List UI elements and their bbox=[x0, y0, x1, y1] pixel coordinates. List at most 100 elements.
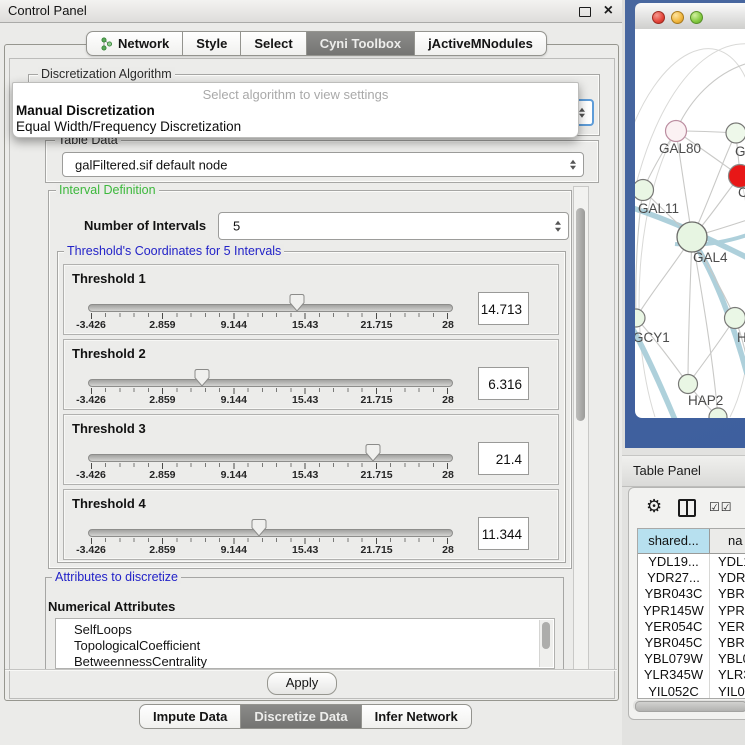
cell[interactable]: YIL0 bbox=[710, 684, 745, 700]
node-bottom[interactable] bbox=[709, 408, 727, 418]
threshold-value-field[interactable]: 11.344 bbox=[478, 517, 529, 550]
tab-cyni-toolbox[interactable]: Cyni Toolbox bbox=[307, 31, 415, 56]
tab-label: Impute Data bbox=[153, 709, 227, 724]
scrollbar-thumb[interactable] bbox=[542, 622, 550, 649]
slider-handle[interactable] bbox=[194, 369, 209, 387]
tab-select[interactable]: Select bbox=[241, 31, 306, 56]
cell[interactable]: YBR0 bbox=[710, 635, 745, 651]
column-header-shared[interactable]: shared... bbox=[638, 529, 710, 553]
cell[interactable]: YIL052C bbox=[638, 684, 710, 700]
table-row[interactable]: YDL19... YDL1 bbox=[638, 554, 745, 570]
group-title: Attributes to discretize bbox=[52, 570, 181, 584]
table-row[interactable]: YDR27... YDR2 bbox=[638, 570, 745, 586]
close-icon[interactable]: × bbox=[604, 1, 613, 21]
table-row[interactable]: YIL052C YIL0 bbox=[638, 684, 745, 700]
table-row[interactable]: YBR043C YBR0 bbox=[638, 586, 745, 602]
cell[interactable]: YBR0 bbox=[710, 586, 745, 602]
node-g[interactable] bbox=[726, 123, 745, 143]
checkboxes-icon[interactable]: ☑☑ bbox=[709, 500, 733, 514]
apply-button[interactable]: Apply bbox=[267, 672, 337, 695]
list-item[interactable]: SelfLoops bbox=[56, 622, 554, 638]
network-canvas[interactable]: GAL80 G C GAL11 GAL4 GCY1 H HAP2 bbox=[635, 29, 745, 418]
cell[interactable]: YER0 bbox=[710, 619, 745, 635]
cell[interactable]: YBR043C bbox=[638, 586, 710, 602]
table-row[interactable]: YPR145W YPR1 bbox=[638, 603, 745, 619]
control-panel-window: Control Panel × Network bbox=[0, 0, 622, 745]
node-hap2[interactable] bbox=[679, 375, 698, 394]
cell[interactable]: YPR1 bbox=[710, 603, 745, 619]
table-data-group: Table Data galFiltered.sif default node bbox=[45, 140, 599, 183]
cell[interactable]: YPR145W bbox=[638, 603, 710, 619]
threshold-2-slider[interactable]: -3.426 2.859 9.144 15.43 21.715 28 bbox=[91, 340, 448, 409]
node-h[interactable] bbox=[725, 308, 745, 329]
dropdown-item-equal-width[interactable]: Equal Width/Frequency Discretization bbox=[16, 119, 241, 134]
tab-network[interactable]: Network bbox=[86, 31, 183, 56]
cell[interactable]: YDL19... bbox=[638, 554, 710, 570]
split-columns-icon[interactable] bbox=[678, 499, 696, 517]
tick-label: 28 bbox=[442, 469, 454, 481]
tab-style[interactable]: Style bbox=[183, 31, 241, 56]
scrollbar-thumb[interactable] bbox=[576, 208, 585, 421]
gear-icon[interactable]: ⚙ bbox=[646, 497, 662, 515]
group-title: Threshold's Coordinates for 5 Intervals bbox=[64, 244, 284, 258]
zoom-traffic-light-icon[interactable] bbox=[690, 11, 703, 24]
float-window-icon[interactable] bbox=[579, 7, 591, 17]
slider-track[interactable] bbox=[88, 304, 453, 312]
list-item[interactable]: TopologicalCoefficient bbox=[56, 638, 554, 654]
cell[interactable]: YDL1 bbox=[710, 554, 745, 570]
table-horizontal-scrollbar[interactable] bbox=[633, 700, 745, 711]
cell[interactable]: YDR2 bbox=[710, 570, 745, 586]
cell[interactable]: YBL079W bbox=[638, 651, 710, 667]
cell[interactable]: YBR045C bbox=[638, 635, 710, 651]
dropdown-placeholder-item[interactable]: Select algorithm to view settings bbox=[13, 87, 578, 102]
cell[interactable]: YLR345W bbox=[638, 667, 710, 683]
slider-track[interactable] bbox=[88, 454, 453, 462]
slider-handle[interactable] bbox=[290, 294, 305, 312]
node-gal80[interactable] bbox=[666, 121, 687, 142]
tab-impute-data[interactable]: Impute Data bbox=[139, 704, 241, 729]
threshold-value-field[interactable]: 6.316 bbox=[478, 367, 529, 400]
network-graph[interactable]: GAL80 G C GAL11 GAL4 GCY1 H HAP2 bbox=[635, 29, 745, 418]
list-item[interactable]: BetweennessCentrality bbox=[56, 654, 554, 669]
threshold-value-field[interactable]: 21.4 bbox=[478, 442, 529, 475]
table-row[interactable]: YER054C YER0 bbox=[638, 619, 745, 635]
node-gcy1[interactable] bbox=[635, 309, 645, 327]
table-row[interactable]: YBR045C YBR0 bbox=[638, 635, 745, 651]
cell[interactable]: YER054C bbox=[638, 619, 710, 635]
spinner-arrows-icon bbox=[570, 159, 576, 170]
num-intervals-combobox[interactable]: 5 bbox=[218, 212, 569, 240]
table-panel: ⚙ ☑☑ shared... na YDL19... YDL1 YDR27...… bbox=[628, 487, 745, 720]
table-panel-header: Table Panel bbox=[622, 455, 745, 487]
tick-label: 2.859 bbox=[149, 319, 175, 331]
list-scrollbar[interactable] bbox=[539, 620, 553, 667]
threshold-3-box: Threshold 3 -3.426 2.859 9.144 15.43 21.… bbox=[63, 414, 559, 485]
network-window-titlebar[interactable] bbox=[635, 3, 745, 30]
threshold-3-slider[interactable]: -3.426 2.859 9.144 15.43 21.715 28 bbox=[91, 415, 448, 484]
node-gal4[interactable] bbox=[677, 222, 707, 252]
node-label: GAL11 bbox=[638, 201, 679, 216]
node-gal11[interactable] bbox=[635, 180, 654, 201]
panel-vertical-scrollbar[interactable] bbox=[573, 186, 589, 670]
slider-handle[interactable] bbox=[251, 519, 266, 537]
close-traffic-light-icon[interactable] bbox=[652, 11, 665, 24]
tab-discretize-data[interactable]: Discretize Data bbox=[241, 704, 361, 729]
cell[interactable]: YDR27... bbox=[638, 570, 710, 586]
threshold-4-slider[interactable]: -3.426 2.859 9.144 15.43 21.715 28 bbox=[91, 490, 448, 559]
slider-handle[interactable] bbox=[366, 444, 381, 462]
table-row[interactable]: YLR345W YLR3 bbox=[638, 667, 745, 683]
threshold-1-slider[interactable]: -3.426 2.859 9.144 15.43 21.715 28 bbox=[91, 265, 448, 334]
column-header-name[interactable]: na bbox=[710, 529, 745, 553]
tab-infer-network[interactable]: Infer Network bbox=[362, 704, 472, 729]
cell[interactable]: YBL0 bbox=[710, 651, 745, 667]
table-row[interactable]: YBL079W YBL0 bbox=[638, 651, 745, 667]
dropdown-item-manual[interactable]: Manual Discretization bbox=[16, 103, 155, 118]
scrollbar-thumb[interactable] bbox=[635, 701, 745, 712]
minimize-traffic-light-icon[interactable] bbox=[671, 11, 684, 24]
node-label: C bbox=[738, 185, 745, 200]
slider-track[interactable] bbox=[88, 529, 453, 537]
slider-track[interactable] bbox=[88, 379, 453, 387]
cell[interactable]: YLR3 bbox=[710, 667, 745, 683]
table-data-combobox[interactable]: galFiltered.sif default node bbox=[62, 152, 584, 177]
threshold-value-field[interactable]: 14.713 bbox=[478, 292, 529, 325]
tab-jactivemnodules[interactable]: jActiveMNodules bbox=[415, 31, 547, 56]
